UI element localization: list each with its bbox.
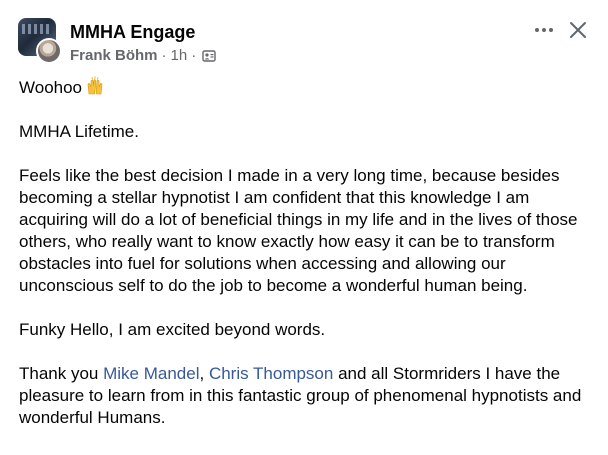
- avatar-group[interactable]: [18, 18, 62, 64]
- post-time[interactable]: 1h: [171, 47, 188, 65]
- post-actions: [532, 18, 590, 42]
- more-options-icon[interactable]: [532, 18, 556, 42]
- woohoo-text: Woohoo: [19, 78, 83, 97]
- author-avatar[interactable]: [36, 38, 62, 64]
- post-line-lifetime: MMHA Lifetime.: [19, 122, 139, 141]
- mention-mike-mandel[interactable]: Mike Mandel: [103, 364, 199, 383]
- post-line-woohoo: Woohoo: [19, 76, 594, 99]
- mention-chris-thompson[interactable]: Chris Thompson: [209, 364, 333, 383]
- post-body: Woohoo MMHA Lifetime. Feels like the bes…: [19, 76, 594, 429]
- post-paragraph-decision: Feels like the best decision I made in a…: [19, 166, 578, 295]
- post-paragraph-thanks: Thank you Mike Mandel, Chris Thompson an…: [19, 363, 594, 429]
- meta-separator: ·: [191, 47, 197, 64]
- post-card: MMHA Engage Frank Böhm · 1h · Woohoo MMH…: [0, 0, 608, 455]
- close-icon[interactable]: [566, 18, 590, 42]
- thanks-prefix: Thank you: [19, 364, 104, 383]
- mention-comma: ,: [199, 364, 209, 383]
- meta-separator: ·: [161, 47, 167, 64]
- group-name[interactable]: MMHA Engage: [70, 22, 195, 42]
- post-paragraph-hello: Funky Hello, I am excited beyond words.: [19, 320, 326, 339]
- group-audience-icon[interactable]: [202, 49, 216, 63]
- post-meta: Frank Böhm · 1h ·: [70, 47, 216, 65]
- raising-hands-emoji: [85, 76, 105, 96]
- post-header: MMHA Engage Frank Böhm · 1h ·: [18, 14, 590, 66]
- author-name[interactable]: Frank Böhm: [70, 47, 158, 65]
